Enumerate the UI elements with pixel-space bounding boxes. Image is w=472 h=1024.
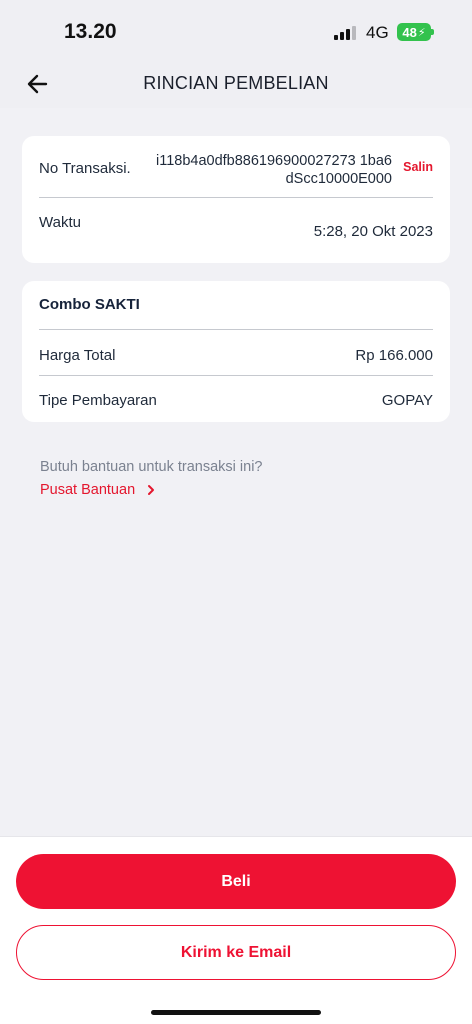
chevron-right-icon xyxy=(148,485,155,495)
time-label: Waktu xyxy=(39,214,81,231)
send-email-button[interactable]: Kirim ke Email xyxy=(16,925,456,980)
transaction-number-value: i118b4a0dfb886196900027273 1ba6dScc10000… xyxy=(155,153,392,187)
header: RINCIAN PEMBELIAN xyxy=(0,62,472,108)
total-price-value: Rp 166.000 xyxy=(355,347,433,364)
signal-strength-icon xyxy=(334,26,356,40)
copy-button[interactable]: Salin xyxy=(403,160,433,174)
buy-button[interactable]: Beli xyxy=(16,854,456,909)
transaction-number-label: No Transaksi. xyxy=(39,160,131,177)
help-center-label: Pusat Bantuan xyxy=(40,482,136,498)
time-value: 5:28, 20 Okt 2023 xyxy=(313,223,433,240)
transaction-card: No Transaksi. i118b4a0dfb886196900027273… xyxy=(22,136,450,263)
help-center-link[interactable]: Pusat Bantuan xyxy=(40,482,157,498)
bottom-action-panel: Beli Kirim ke Email xyxy=(0,836,472,1024)
charging-bolt-icon: ⚡ xyxy=(417,26,426,39)
divider xyxy=(39,197,433,198)
battery-level: 48 xyxy=(402,24,417,40)
battery-icon: 48 ⚡ xyxy=(397,23,431,41)
status-bar: 13.20 4G 48 ⚡ xyxy=(0,0,472,62)
product-name: Combo SAKTI xyxy=(39,296,140,313)
page-title: RINCIAN PEMBELIAN xyxy=(143,73,329,93)
network-type: 4G xyxy=(366,23,389,42)
home-indicator[interactable] xyxy=(151,1010,321,1015)
divider xyxy=(39,329,433,330)
payment-type-value: GOPAY xyxy=(381,392,433,409)
payment-type-label: Tipe Pembayaran xyxy=(39,392,157,409)
status-time: 13.20 xyxy=(64,20,117,43)
purchase-card: Combo SAKTI Harga Total Rp 166.000 Tipe … xyxy=(22,281,450,422)
battery-tip xyxy=(431,29,434,35)
divider xyxy=(39,375,433,376)
total-price-label: Harga Total xyxy=(39,347,116,364)
help-question: Butuh bantuan untuk transaksi ini? xyxy=(40,459,263,475)
